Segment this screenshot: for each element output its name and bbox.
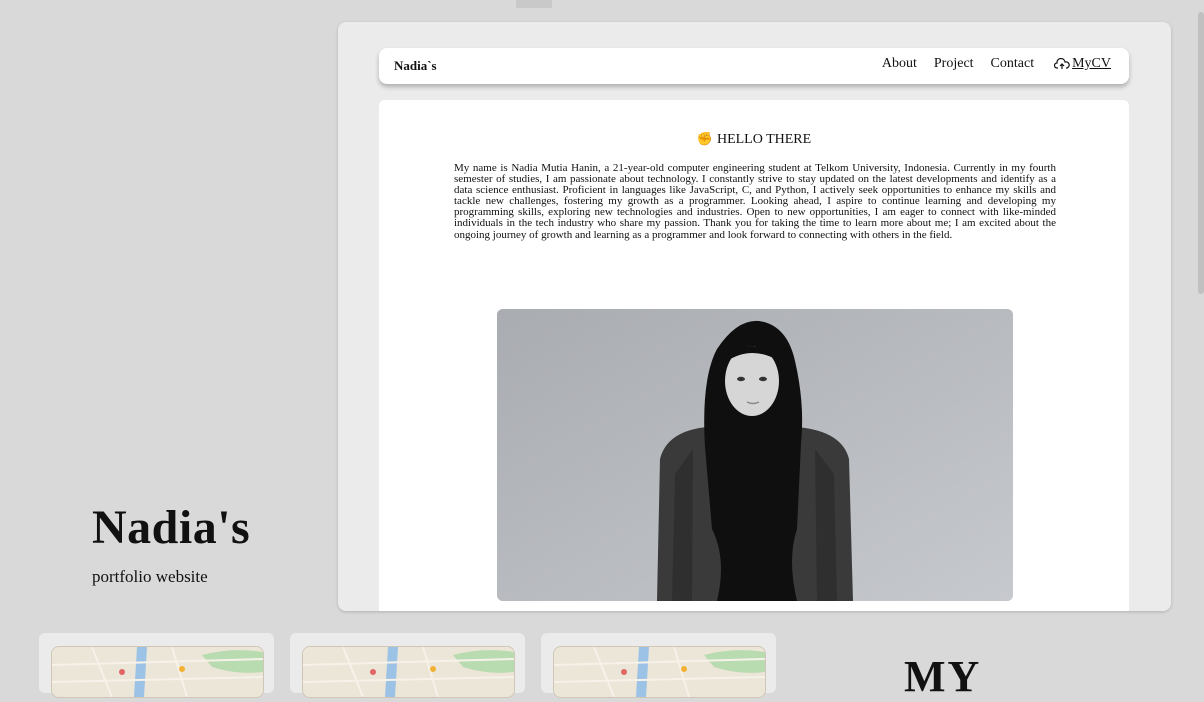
project-card[interactable]: [39, 633, 274, 698]
about-section: ✊ HELLO THERE My name is Nadia Mutia Hani…: [379, 100, 1129, 611]
brand-logo[interactable]: Nadia`s: [394, 58, 437, 74]
nav-link-project[interactable]: Project: [934, 56, 974, 72]
map-thumbnail: [302, 646, 515, 698]
site-title: Nadia's: [92, 501, 251, 554]
projects-heading: MY: [904, 652, 982, 701]
portfolio-frame: Nadia`s About Project Contact MyCV ✊ HELL…: [338, 22, 1171, 611]
bio-paragraph: My name is Nadia Mutia Hanin, a 21-year-…: [454, 162, 1056, 241]
nav-link-contact[interactable]: Contact: [991, 56, 1035, 72]
mycv-link[interactable]: MyCV: [1054, 56, 1111, 72]
nav-links: About Project Contact MyCV: [865, 56, 1111, 72]
fist-icon: ✊: [696, 131, 713, 146]
top-tab: [516, 0, 552, 8]
page-scrollbar[interactable]: [1198, 12, 1204, 294]
site-subtitle: portfolio website: [92, 567, 208, 586]
project-card[interactable]: [541, 633, 776, 698]
hello-heading: ✊ HELLO THERE: [379, 131, 1129, 148]
upload-cloud-icon: [1054, 57, 1070, 70]
mycv-label: MyCV: [1072, 56, 1111, 71]
profile-photo: [497, 309, 1013, 601]
hello-text: HELLO THERE: [716, 132, 812, 147]
project-card[interactable]: [290, 633, 525, 698]
nav-link-about[interactable]: About: [882, 56, 917, 72]
navbar: Nadia`s About Project Contact MyCV: [379, 48, 1129, 84]
project-cards: [0, 633, 1204, 698]
map-thumbnail: [51, 646, 264, 698]
map-thumbnail: [553, 646, 766, 698]
